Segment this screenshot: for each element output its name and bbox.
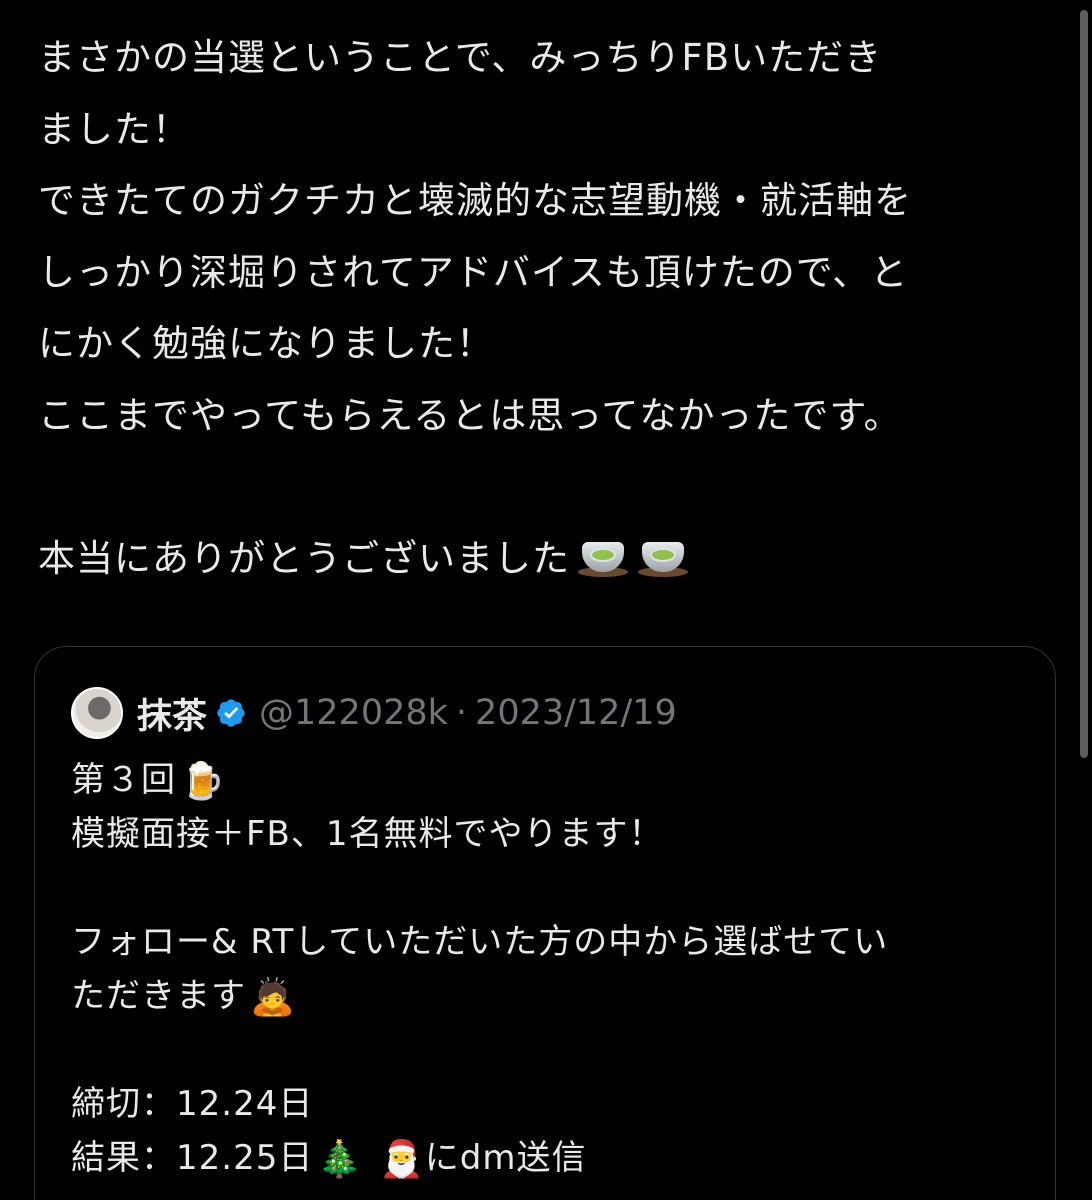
separator-dot: · [455, 693, 468, 733]
quoted-post-card[interactable]: 抹茶 @122028k · 2023/12/19 第３回 🍺 模擬面接＋FB、1名… [34, 646, 1056, 1200]
quoted-post-header: 抹茶 @122028k · 2023/12/19 [71, 687, 677, 739]
author-handle[interactable]: @122028k [259, 693, 448, 733]
beer-mug-icon: 🍺 [180, 761, 226, 802]
quote-line: 結果：12.25日 🎄 🎅にdm送信 [71, 1131, 1031, 1185]
quote-line: 第３回 🍺 [71, 753, 1031, 807]
green-tea-icon [576, 533, 630, 577]
scrollbar[interactable] [1080, 10, 1088, 758]
post-line: まさかの当選ということで、みっちりFBいただき [38, 36, 883, 79]
post-thanks-line: 本当にありがとうございました [38, 523, 1058, 595]
quote-blank-line [71, 1023, 1031, 1077]
post-text: まさかの当選ということで、みっちりFBいただき ました！ できたてのガクチカと壊… [38, 22, 1058, 594]
post-line: できたてのガクチカと壊滅的な志望動機・就活軸を [38, 179, 912, 222]
quote-line: ただきます 🙇 [71, 969, 1031, 1023]
post-blank-line [38, 451, 1058, 523]
post-line: にかく勉強になりました！ [38, 322, 494, 365]
verified-badge-icon [217, 699, 245, 727]
quote-line-text: ただきます [71, 976, 246, 1016]
post-line: しっかり深堀りされてアドバイスも頂けたので、と [38, 250, 909, 294]
avatar[interactable] [71, 687, 123, 739]
quote-line: 模擬面接＋FB、1名無料でやります！ [71, 814, 664, 854]
bowing-person-icon: 🙇 [250, 977, 296, 1018]
santa-icon: 🎅 [378, 1139, 425, 1180]
quote-line-text: にdm送信 [424, 1138, 587, 1178]
post-line: ました！ [38, 107, 190, 151]
christmas-tree-icon: 🎄 [317, 1139, 364, 1180]
quoted-post-text: 第３回 🍺 模擬面接＋FB、1名無料でやります！ フォロー& RTしていただいた方… [71, 753, 1031, 1185]
quote-line-text: 第３回 [71, 760, 176, 800]
post-thanks-text: 本当にありがとうございました [38, 536, 570, 580]
author-name[interactable]: 抹茶 [137, 688, 207, 739]
quote-line: フォロー& RTしていただいた方の中から選ばせてい [71, 922, 889, 962]
quote-blank-line [71, 861, 1031, 915]
quote-line: 締切：12.24日 [71, 1084, 314, 1124]
post-date[interactable]: 2023/12/19 [475, 693, 677, 733]
green-tea-icon [636, 533, 690, 577]
post-line: ここまでやってもらえるとは思ってなかったです。 [38, 393, 902, 437]
quote-line-text: 結果：12.25日 [71, 1138, 314, 1178]
